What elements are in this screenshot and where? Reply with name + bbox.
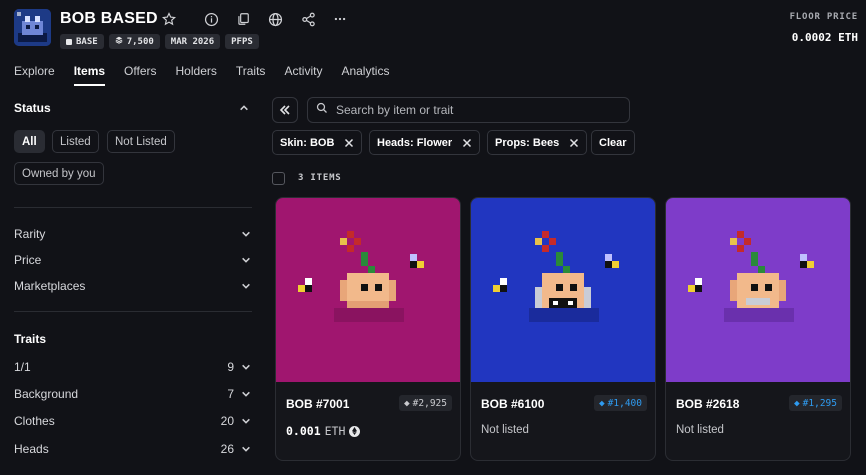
chevron-down-icon bbox=[240, 254, 252, 266]
star-icon[interactable] bbox=[160, 10, 178, 28]
collection-title: BOB BASED bbox=[60, 10, 158, 27]
nft-image bbox=[276, 198, 460, 382]
item-card[interactable]: BOB #6100 ◆ #1,400 Not listed bbox=[470, 197, 656, 461]
more-icon[interactable] bbox=[331, 10, 349, 28]
collection-tabs: Explore Items Offers Holders Traits Acti… bbox=[14, 58, 408, 86]
tab-items[interactable]: Items bbox=[73, 58, 106, 86]
item-name: BOB #2618 bbox=[676, 397, 740, 411]
trait-background[interactable]: Background 7 bbox=[14, 385, 252, 403]
diamond-icon: ◆ bbox=[598, 397, 605, 409]
chevron-down-icon bbox=[240, 415, 252, 427]
trait-clothes[interactable]: Clothes 20 bbox=[14, 412, 252, 430]
tab-offers[interactable]: Offers bbox=[124, 58, 156, 86]
traits-title: Traits bbox=[14, 332, 47, 346]
rarity-rank-badge: ◆ #1,295 bbox=[788, 395, 842, 411]
filter-chip-props[interactable]: Props: Bees bbox=[487, 130, 588, 155]
status-listed-pill[interactable]: Listed bbox=[52, 130, 99, 153]
status-all-pill[interactable]: All bbox=[14, 130, 45, 153]
tab-traits[interactable]: Traits bbox=[236, 58, 266, 86]
eth-icon bbox=[349, 425, 361, 437]
stack-icon bbox=[115, 36, 123, 47]
info-icon[interactable] bbox=[202, 10, 220, 28]
collapse-sidebar-button[interactable] bbox=[272, 97, 298, 123]
close-icon[interactable] bbox=[569, 138, 579, 148]
collection-header: BOB BASED BASE 7,500 MAR 2026 PFPS FLOOR… bbox=[0, 0, 866, 56]
base-chain-icon bbox=[66, 38, 72, 45]
chevron-down-icon bbox=[240, 388, 252, 400]
section-marketplaces[interactable]: Marketplaces bbox=[14, 277, 252, 295]
diamond-icon: ◆ bbox=[403, 397, 410, 409]
status-owned-pill[interactable]: Owned by you bbox=[14, 162, 104, 185]
chevron-up-icon[interactable] bbox=[238, 102, 250, 114]
status-not-listed-pill[interactable]: Not Listed bbox=[107, 130, 175, 153]
rarity-rank-badge: ◆ #2,925 bbox=[398, 395, 452, 411]
chevron-down-icon bbox=[240, 228, 252, 240]
copy-icon[interactable] bbox=[234, 10, 252, 28]
category-chip: PFPS bbox=[225, 34, 259, 49]
status-title: Status bbox=[14, 101, 51, 115]
tab-explore[interactable]: Explore bbox=[14, 58, 55, 86]
chevron-down-icon bbox=[240, 280, 252, 292]
rarity-rank-badge: ◆ #1,400 bbox=[593, 395, 647, 411]
search-bar bbox=[307, 97, 630, 123]
filter-chip-heads[interactable]: Heads: Flower bbox=[369, 130, 481, 155]
item-price: 0.001 ETH bbox=[286, 424, 361, 438]
tab-analytics[interactable]: Analytics bbox=[341, 58, 389, 86]
search-input[interactable] bbox=[336, 103, 616, 117]
items-count: 3 ITEMS bbox=[298, 173, 342, 183]
filter-chip-skin[interactable]: Skin: BOB bbox=[272, 130, 363, 155]
collection-logo bbox=[14, 9, 51, 46]
close-icon[interactable] bbox=[344, 138, 354, 148]
floor-price-value: 0.0002 ETH bbox=[791, 31, 858, 44]
item-name: BOB #6100 bbox=[481, 397, 545, 411]
divider bbox=[14, 311, 252, 312]
item-name: BOB #7001 bbox=[286, 397, 350, 411]
search-icon bbox=[316, 101, 328, 119]
collection-meta: BASE 7,500 MAR 2026 PFPS bbox=[60, 34, 259, 49]
date-chip: MAR 2026 bbox=[164, 34, 221, 49]
item-card[interactable]: BOB #7001 ◆ #2,925 0.001 ETH bbox=[275, 197, 461, 461]
chain-chip: BASE bbox=[60, 34, 104, 49]
section-price[interactable]: Price bbox=[14, 251, 252, 269]
tab-activity[interactable]: Activity bbox=[284, 58, 322, 86]
trait-1-1[interactable]: 1/1 9 bbox=[14, 358, 252, 376]
item-listing-status: Not listed bbox=[676, 424, 724, 436]
globe-icon[interactable] bbox=[266, 10, 284, 28]
chevron-down-icon bbox=[240, 361, 252, 373]
supply-chip: 7,500 bbox=[108, 34, 160, 49]
nft-image bbox=[471, 198, 655, 382]
floor-price-label: FLOOR PRICE bbox=[789, 12, 858, 22]
close-icon[interactable] bbox=[462, 138, 472, 148]
double-chevron-left-icon bbox=[279, 105, 290, 115]
share-icon[interactable] bbox=[299, 10, 317, 28]
nft-image bbox=[666, 198, 850, 382]
chevron-down-icon bbox=[240, 443, 252, 455]
filter-sidebar: Status All Listed Not Listed Owned by yo… bbox=[0, 90, 262, 475]
section-rarity[interactable]: Rarity bbox=[14, 225, 252, 243]
select-all-checkbox[interactable] bbox=[272, 172, 285, 185]
trait-heads[interactable]: Heads 26 bbox=[14, 440, 252, 458]
diamond-icon: ◆ bbox=[793, 397, 800, 409]
divider bbox=[14, 207, 252, 208]
item-listing-status: Not listed bbox=[481, 424, 529, 436]
item-card[interactable]: BOB #2618 ◆ #1,295 Not listed bbox=[665, 197, 851, 461]
tab-holders[interactable]: Holders bbox=[176, 58, 217, 86]
clear-filters-button[interactable]: Clear bbox=[591, 130, 635, 155]
